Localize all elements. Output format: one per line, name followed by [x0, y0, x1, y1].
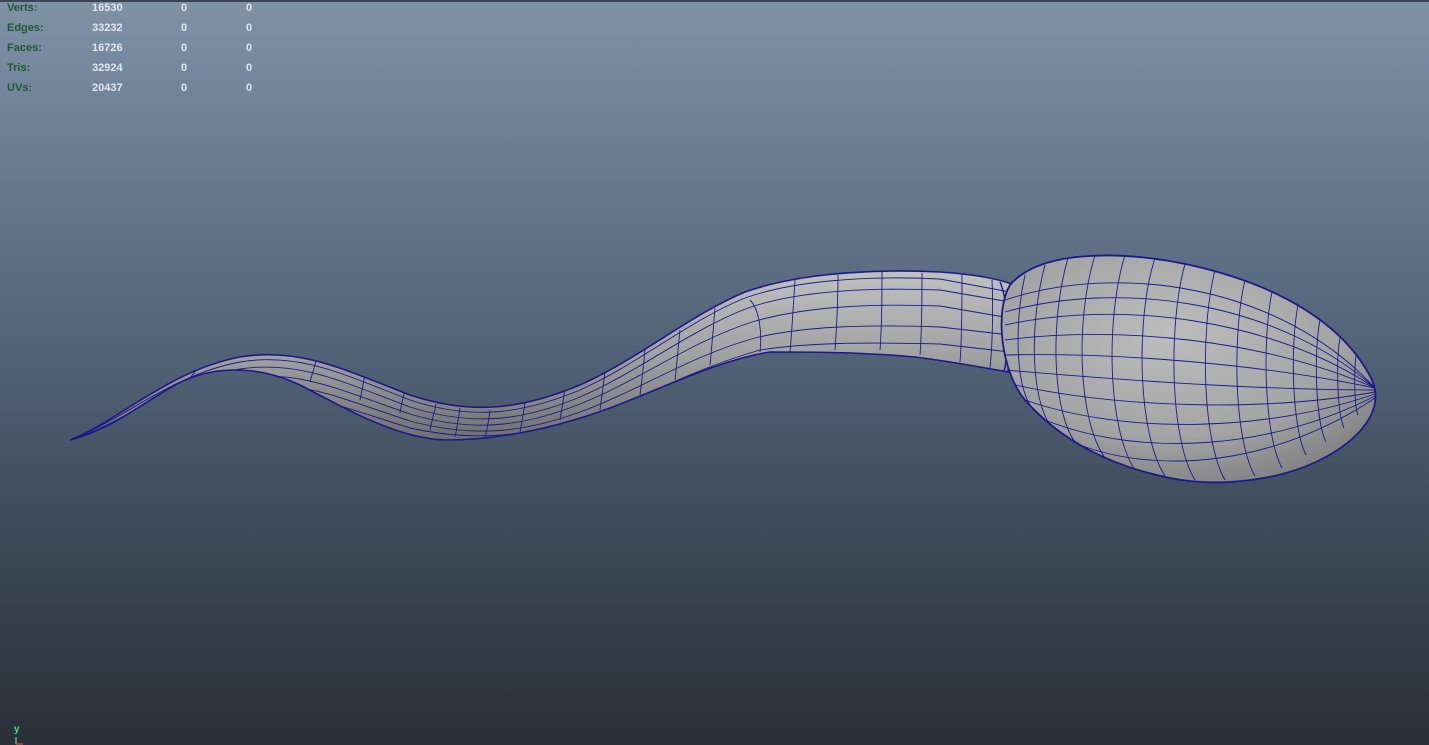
axis-gizmo-icon [15, 737, 23, 745]
3d-viewport[interactable]: Verts: 16530 0 0 Edges: 33232 0 0 Faces:… [0, 0, 1429, 745]
axis-label-y: y [14, 724, 20, 735]
sperm-cell-mesh[interactable] [0, 0, 1429, 745]
tail-surface [69, 270, 1013, 441]
